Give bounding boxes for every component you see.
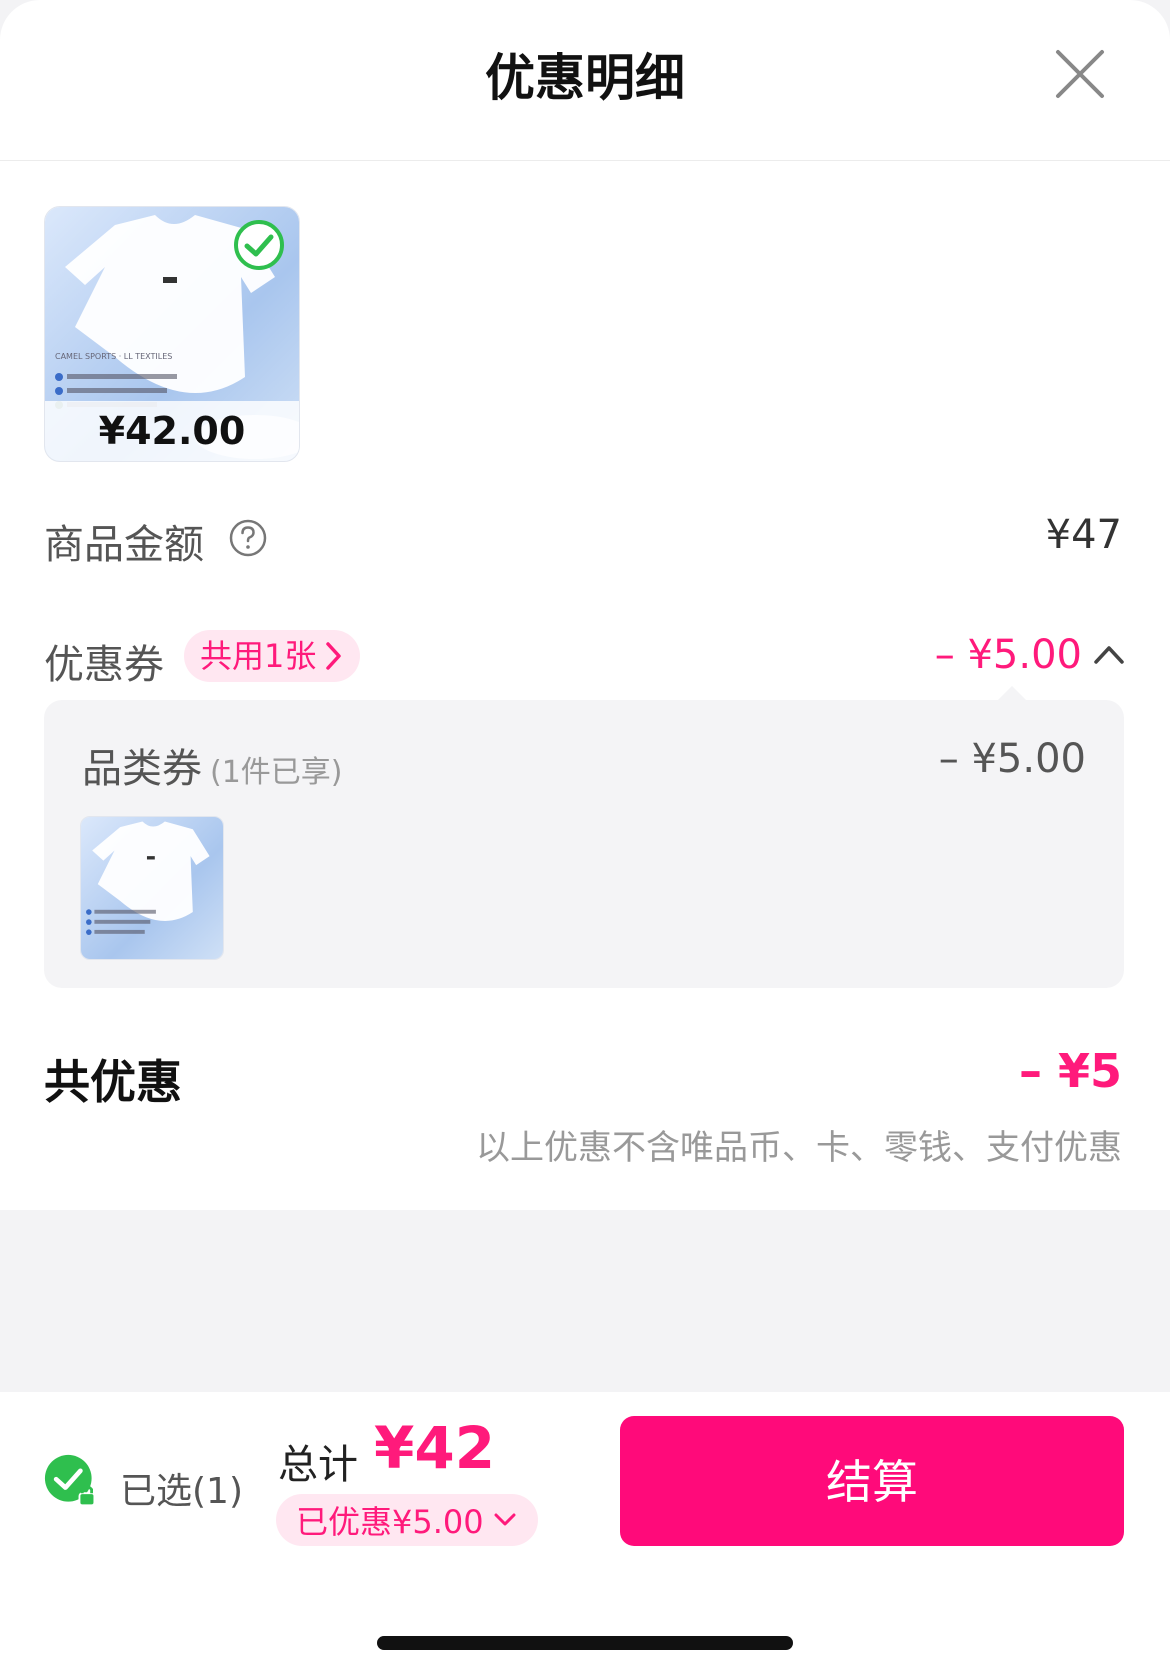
total-discount-label: 共优惠 bbox=[44, 1055, 182, 1109]
checkout-button[interactable]: 结算 bbox=[620, 1416, 1124, 1546]
coupon-label: 优惠券 bbox=[44, 642, 164, 688]
coupon-count-pill[interactable]: 共用1张 bbox=[184, 630, 361, 682]
discount-detail-sheet: 优惠明细 CAMEL SPORTS · LL TEXTILES ¥42.00 商… bbox=[0, 0, 1170, 1210]
sheet-header: 优惠明细 bbox=[0, 0, 1170, 161]
discount-summary-text: 已优惠¥5.00 bbox=[296, 1503, 484, 1541]
coupon-value: – ¥5.00 bbox=[934, 632, 1082, 678]
chevron-right-icon bbox=[326, 642, 342, 670]
total-discount-value: – ¥5 bbox=[1018, 1044, 1122, 1098]
coupon-type-label: 品类券 (1件已享) bbox=[82, 736, 343, 794]
coupon-type-value: – ¥5.00 bbox=[938, 736, 1086, 782]
total-value: ¥42 bbox=[374, 1414, 496, 1482]
product-thumbnail[interactable]: CAMEL SPORTS · LL TEXTILES ¥42.00 bbox=[44, 206, 300, 462]
product-price: ¥42.00 bbox=[45, 401, 299, 461]
total-label: 总计 bbox=[278, 1442, 358, 1488]
discount-disclaimer: 以上优惠不含唯品币、卡、零钱、支付优惠 bbox=[476, 1128, 1122, 1168]
tshirt-image bbox=[81, 817, 223, 959]
chevron-down-icon bbox=[494, 1513, 516, 1526]
selected-check-icon bbox=[234, 220, 284, 270]
close-icon[interactable] bbox=[1052, 46, 1108, 102]
coupon-product-thumbnail bbox=[80, 816, 224, 960]
selected-count: 已选(1) bbox=[120, 1471, 243, 1512]
goods-amount-label: 商品金额 bbox=[44, 522, 204, 568]
coupon-count-text: 共用1张 bbox=[200, 637, 317, 675]
discount-summary-pill[interactable]: 已优惠¥5.00 bbox=[276, 1494, 538, 1546]
help-icon[interactable] bbox=[228, 518, 268, 558]
coupon-detail-panel: 品类券 (1件已享) – ¥5.00 bbox=[44, 700, 1124, 988]
coupon-type-name: 品类券 bbox=[82, 746, 202, 792]
coupon-type-note: (1件已享) bbox=[210, 755, 343, 790]
panel-notch bbox=[998, 686, 1026, 700]
checkout-bar: 已选(1) 总计 ¥42 已优惠¥5.00 结算 bbox=[0, 1392, 1170, 1675]
select-all-check-icon[interactable] bbox=[44, 1454, 100, 1510]
svg-text:CAMEL SPORTS · LL TEXTILES: CAMEL SPORTS · LL TEXTILES bbox=[55, 352, 172, 361]
home-indicator bbox=[377, 1636, 793, 1650]
page-title: 优惠明细 bbox=[485, 49, 685, 107]
chevron-up-icon[interactable] bbox=[1092, 642, 1126, 668]
goods-amount-value: ¥47 bbox=[1045, 512, 1122, 558]
